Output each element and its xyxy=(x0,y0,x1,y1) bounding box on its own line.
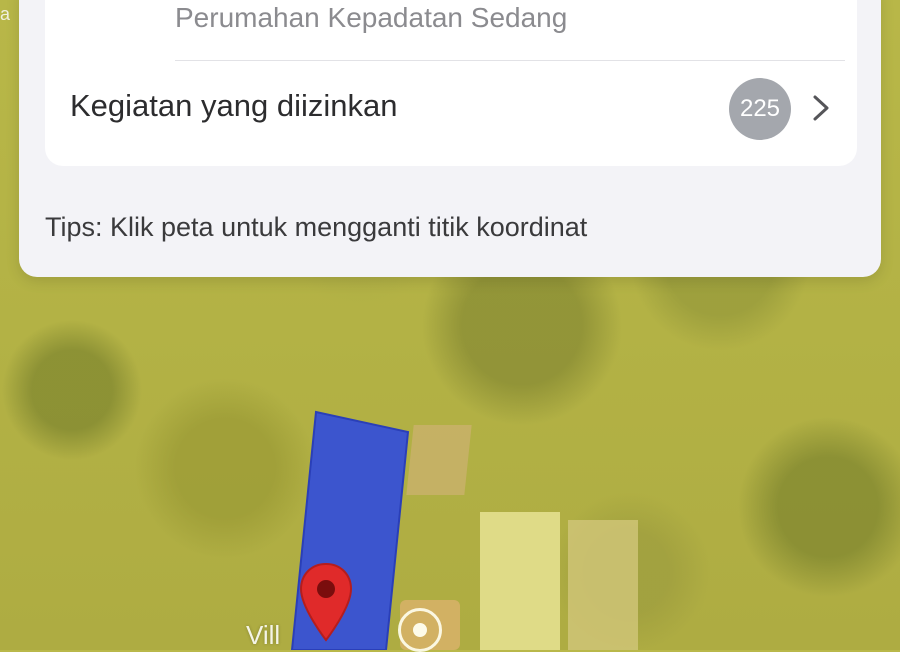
divider xyxy=(175,60,845,61)
chevron-right-icon[interactable] xyxy=(809,92,833,124)
current-location-icon[interactable] xyxy=(398,608,442,652)
zone-subtitle: Perumahan Kepadatan Sedang xyxy=(175,2,568,33)
map-pin-icon[interactable] xyxy=(298,562,354,642)
allowed-activities-label: Kegiatan yang diizinkan xyxy=(70,88,398,123)
map-edge-label: a xyxy=(0,4,11,24)
tips-text: Tips: Klik peta untuk mengganti titik ko… xyxy=(45,212,588,242)
allowed-activities-row[interactable]: Kegiatan yang diizinkan 225 xyxy=(45,72,857,152)
zone-info-card: Perumahan Kepadatan Sedang Kegiatan yang… xyxy=(19,0,881,277)
map-place-label: Vill xyxy=(246,620,281,650)
zone-detail-panel: Perumahan Kepadatan Sedang Kegiatan yang… xyxy=(45,0,857,166)
activities-count-badge: 225 xyxy=(729,78,791,140)
